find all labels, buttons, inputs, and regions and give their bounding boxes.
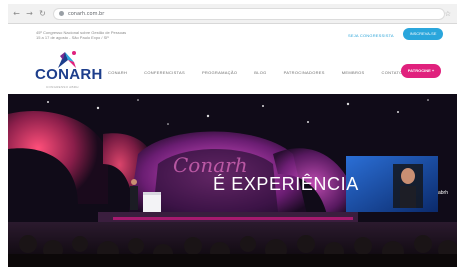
conarh-logo[interactable]: CONARH CONGRESSO ABRH <box>32 48 102 92</box>
arrow-right-icon[interactable]: → <box>25 9 34 18</box>
logo-subtitle: CONGRESSO ABRH <box>46 85 79 89</box>
sponsor-button[interactable]: PATROCINE + <box>401 64 441 78</box>
site-header: CONARH CONGRESSO ABRH CONARH CONFERENCIS… <box>8 48 457 94</box>
info-icon[interactable] <box>59 11 64 16</box>
logo-text: CONARH <box>35 66 103 83</box>
url-text: conarh.com.br <box>68 10 105 17</box>
nav-item-members[interactable]: MEMBROS <box>342 70 365 75</box>
screen-logo: abrh <box>438 190 449 196</box>
nav-item-blog[interactable]: BLOG <box>254 70 266 75</box>
nav-item-program[interactable]: PROGRAMAÇÃO <box>202 70 237 75</box>
browser-toolbar: ← → ↻ conarh.com.br ☆ <box>8 4 457 24</box>
reload-icon[interactable]: ↻ <box>38 9 47 18</box>
nav-item-conarh[interactable]: CONARH <box>108 70 127 75</box>
address-bar[interactable]: conarh.com.br <box>53 7 445 20</box>
hero-banner: Conarh É EXPERIÊNCIA abrh <box>8 94 457 267</box>
star-icon[interactable]: ☆ <box>445 10 451 18</box>
nav-item-sponsors[interactable]: PATROCINADORES <box>284 70 325 75</box>
hero-headline: É EXPERIÊNCIA <box>213 174 359 194</box>
nav-item-contact[interactable]: CONTATO <box>382 70 403 75</box>
main-nav: CONARH CONFERENCISTAS PROGRAMAÇÃO BLOG P… <box>108 70 420 75</box>
register-button[interactable]: INSCREVA-SE <box>403 28 443 40</box>
event-info-bar: 45º Congresso Nacional sobre Gestão de P… <box>8 24 457 48</box>
attendee-link[interactable]: SEJA CONGRESSISTA <box>348 33 394 38</box>
nav-item-speakers[interactable]: CONFERENCISTAS <box>144 70 185 75</box>
arrow-left-icon[interactable]: ← <box>12 9 21 18</box>
event-date-location: 15 a 17 de agosto - São Paulo Expo / SP <box>36 35 109 40</box>
